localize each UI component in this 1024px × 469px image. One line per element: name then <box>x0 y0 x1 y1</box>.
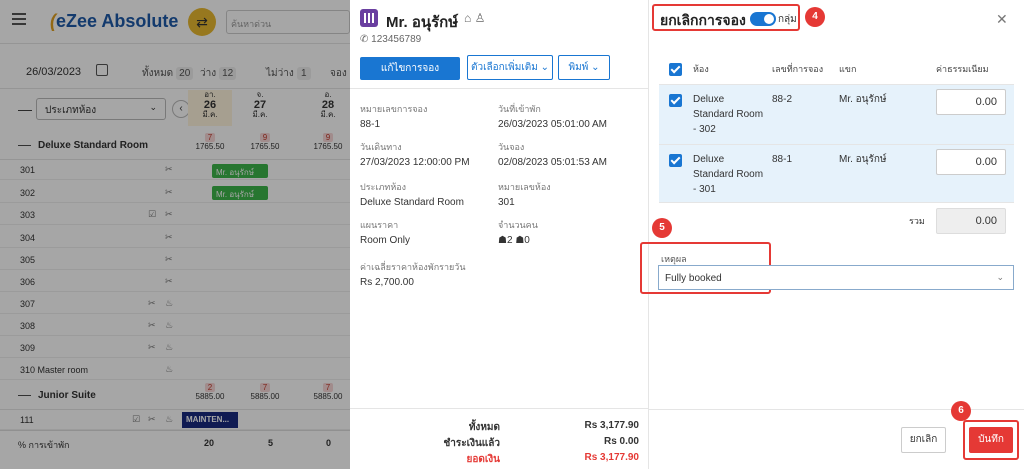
reason-label: เหตุผล <box>661 254 687 264</box>
table-row: Deluxe Standard Room - 301 88-1 Mr. อนุรัก… <box>659 145 1014 203</box>
user-icon: ♙ <box>474 11 486 25</box>
adult-icon: ☗ <box>498 235 507 246</box>
room-number-field: หมายเลขห้อง 301 <box>498 182 551 208</box>
chevron-down-icon: ⌄ <box>540 62 549 73</box>
avg-rate-field: ค่าเฉลี่ยราคาห้องพักรายวัน Rs 2,700.00 <box>360 262 466 288</box>
col-room: ห้อง <box>693 64 709 74</box>
close-icon[interactable]: ✕ <box>996 11 1008 28</box>
sum-label: รวม <box>909 216 925 226</box>
guest-cell: Mr. อนุรักษ์ <box>839 94 887 105</box>
room-type-field: ประเภทห้อง Deluxe Standard Room <box>360 182 464 208</box>
reservation-number-field: หมายเลขการจอง 88-1 <box>360 104 428 130</box>
guest-cell: Mr. อนุรักษ์ <box>839 154 887 165</box>
rate-plan-field: แผนราคา Room Only <box>360 220 411 246</box>
table-row: Deluxe Standard Room - 302 88-2 Mr. อนุรัก… <box>659 85 1014 145</box>
table-header: ห้อง เลขที่การจอง แขก ค่าธรรมเนียม <box>659 53 1014 85</box>
cancel-reservation-dialog: ยกเลิกการจอง กลุ่ม 4 ✕ ห้อง เลขที่การจอง… <box>640 0 1024 469</box>
col-guest: แขก <box>839 64 857 74</box>
phone-icon: ✆ <box>360 34 369 45</box>
guest-name: Mr. อนุรักษ์ <box>386 14 459 31</box>
building-icon <box>360 9 378 27</box>
print-button[interactable]: พิมพ์ ⌄ <box>558 55 610 80</box>
checkin-date-field: วันที่เข้าพัก 26/03/2023 05:01:00 AM <box>498 104 607 130</box>
res-no-cell: 88-2 <box>772 94 793 105</box>
total-value: Rs 3,177.90 <box>584 420 640 431</box>
home-icon: ⌂ <box>464 11 472 25</box>
select-all-checkbox[interactable] <box>669 63 682 76</box>
guest-phone: ✆ 123456789 <box>360 34 422 45</box>
divider <box>350 88 649 89</box>
booked-date-field: วันจอง 02/08/2023 05:01:53 AM <box>498 142 607 168</box>
fee-sum-row: รวม 0.00 <box>659 202 1014 238</box>
row-checkbox[interactable] <box>669 94 682 107</box>
more-options-button[interactable]: ตัวเลือกเพิ่มเติม ⌄ <box>467 55 553 80</box>
child-icon: ☗ <box>515 235 525 246</box>
room-cell: Deluxe Standard Room - 301 <box>693 154 764 195</box>
balance-value: Rs 3,177.90 <box>584 452 640 463</box>
col-res-no: เลขที่การจอง <box>772 64 824 74</box>
group-toggle[interactable] <box>750 12 776 26</box>
row-checkbox[interactable] <box>669 154 682 167</box>
totals-section: ทั้งหมด Rs 3,177.90 ชำระเงินแล้ว Rs 0.00… <box>350 408 649 469</box>
paid-label: ชำระเงินแล้ว <box>443 438 500 449</box>
step-badge: 5 <box>652 218 672 238</box>
save-button[interactable]: บันทึก <box>969 427 1013 453</box>
res-no-cell: 88-1 <box>772 154 793 165</box>
balance-label: ยอดเงิน <box>466 454 501 465</box>
pax-field: จำนวนคน ☗2 ☗0 <box>498 220 538 246</box>
fee-input[interactable]: 0.00 <box>936 89 1006 115</box>
room-cell: Deluxe Standard Room - 302 <box>693 94 764 135</box>
cancel-button[interactable]: ยกเลิก <box>901 427 946 453</box>
guest-status-icons: ⌂ ♙ <box>464 11 485 25</box>
checkout-date-field: วันเดินทาง 27/03/2023 12:00:00 PM <box>360 142 470 168</box>
sum-value: 0.00 <box>936 208 1006 234</box>
edit-reservation-button[interactable]: แก้ไขการจอง <box>360 57 460 80</box>
paid-value: Rs 0.00 <box>603 436 639 447</box>
dialog-title: ยกเลิกการจอง <box>660 12 746 28</box>
chevron-down-icon: ⌄ <box>996 272 1004 282</box>
group-toggle-label: กลุ่ม <box>778 14 797 25</box>
step-badge: 6 <box>951 401 971 421</box>
fee-input[interactable]: 0.00 <box>936 149 1006 175</box>
col-fee: ค่าธรรมเนียม <box>936 64 989 74</box>
step-badge: 4 <box>805 7 825 27</box>
booking-details-panel: Mr. อนุรักษ์ ⌂ ♙ ✆ 123456789 แก้ไขการจอง… <box>350 0 649 469</box>
chevron-down-icon: ⌄ <box>591 62 600 73</box>
total-label: ทั้งหมด <box>468 422 500 433</box>
reason-select[interactable]: Fully booked ⌄ <box>658 265 1014 290</box>
